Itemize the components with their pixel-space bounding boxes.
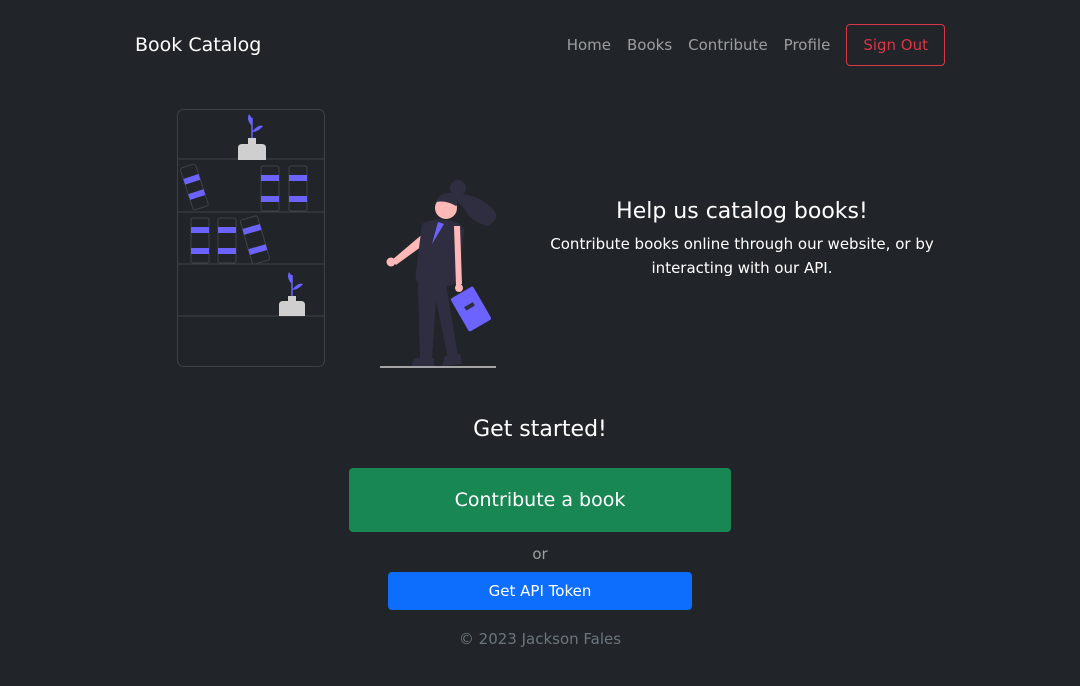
book-icon <box>217 217 237 264</box>
hero-section: Help us catalog books! Contribute books … <box>540 199 944 280</box>
nav-home-link[interactable]: Home <box>567 24 611 66</box>
nav-books-link[interactable]: Books <box>627 24 672 66</box>
plant-icon <box>279 272 305 316</box>
brand-link[interactable]: Book Catalog <box>135 34 261 56</box>
book-icon <box>239 215 271 265</box>
woman-figure-icon <box>380 180 497 368</box>
navbar: Home Books Contribute Profile Sign Out <box>567 24 945 66</box>
nav-contribute-link[interactable]: Contribute <box>688 24 768 66</box>
hero-title: Help us catalog books! <box>616 199 868 224</box>
sign-out-button[interactable]: Sign Out <box>846 24 945 66</box>
get-api-token-button[interactable]: Get API Token <box>388 572 692 610</box>
hero-subtitle: Contribute books online through our webs… <box>550 235 934 277</box>
plant-icon <box>238 114 266 160</box>
footer-copyright: © 2023 Jackson Fales <box>458 630 622 648</box>
book-icon <box>190 217 210 264</box>
or-separator: or <box>532 545 548 563</box>
bookshelf-illustration <box>177 109 497 368</box>
nav-profile-link[interactable]: Profile <box>784 24 831 66</box>
contribute-book-button[interactable]: Contribute a book <box>349 468 731 532</box>
book-icon <box>179 163 209 211</box>
book-icon <box>260 165 280 212</box>
held-book-icon <box>450 286 492 332</box>
get-started-heading: Get started! <box>473 417 607 442</box>
book-icon <box>288 165 308 212</box>
